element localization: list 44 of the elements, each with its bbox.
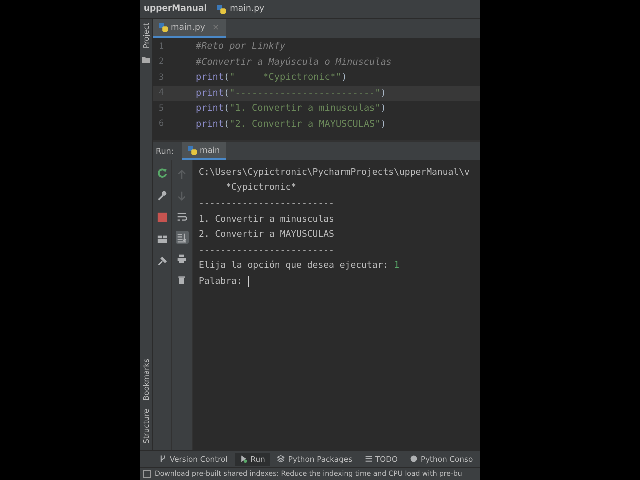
console-output: ------------------------- — [199, 246, 334, 256]
layout-icon[interactable] — [156, 234, 168, 245]
line-number: 1 — [158, 42, 166, 52]
circle-icon — [410, 455, 418, 463]
typed-input-text: 1 — [394, 261, 400, 272]
scroll-to-end-icon[interactable] — [176, 231, 188, 244]
python-file-icon — [217, 4, 226, 14]
console-output: *Cypictronic* — [225, 183, 297, 194]
console-output: C:\Users\Cypictronic\PycharmProjects\upperManual\v — [199, 168, 470, 178]
checkbox-icon — [143, 470, 151, 478]
list-icon — [364, 455, 373, 463]
console-prompt: Elija la opción que desea ejecutar: — [199, 261, 390, 272]
branch-icon — [159, 455, 167, 463]
wrap-icon[interactable] — [176, 210, 188, 223]
stop-icon[interactable] — [156, 212, 168, 223]
python-file-icon — [159, 23, 168, 32]
line-number: 6 — [158, 119, 166, 130]
layers-icon — [277, 455, 286, 463]
rerun-icon[interactable] — [156, 168, 168, 179]
printer-icon[interactable] — [176, 252, 188, 265]
folder-icon — [142, 56, 150, 63]
text-cursor — [248, 276, 249, 288]
line-number: 2 — [158, 57, 166, 68]
wrench-icon[interactable] — [156, 190, 168, 201]
code-line: #Convertir a Mayúscula o Minusculas — [195, 56, 392, 68]
project-name[interactable]: upperManual — [144, 4, 208, 14]
console-output: 1. Convertir a minusculas — [199, 214, 334, 225]
code-line: print("-------------------------") — [195, 88, 386, 99]
editor-tab[interactable]: main.py × — [153, 19, 226, 38]
python-file-icon — [188, 146, 198, 154]
run-label: Run: — [156, 146, 174, 156]
console-output: 2. Convertir a MAYUSCULAS — [199, 230, 334, 240]
run-tab[interactable]: main — [182, 142, 226, 160]
code-line: print(" *Cypictronic*") — [195, 72, 348, 84]
run-icon — [240, 455, 248, 463]
file-name[interactable]: main.py — [230, 4, 264, 14]
console-prompt: Palabra: — [199, 276, 244, 287]
line-number: 5 — [158, 104, 166, 114]
console-output: ------------------------- — [199, 198, 334, 209]
code-line: print("1. Convertir a minusculas") — [195, 103, 386, 114]
line-number: 3 — [158, 72, 166, 83]
code-line: print("2. Convertir a MAYUSCULAS") — [195, 118, 386, 130]
code-line: #Reto por Linkfy — [195, 41, 286, 52]
pin-icon[interactable] — [156, 256, 168, 267]
